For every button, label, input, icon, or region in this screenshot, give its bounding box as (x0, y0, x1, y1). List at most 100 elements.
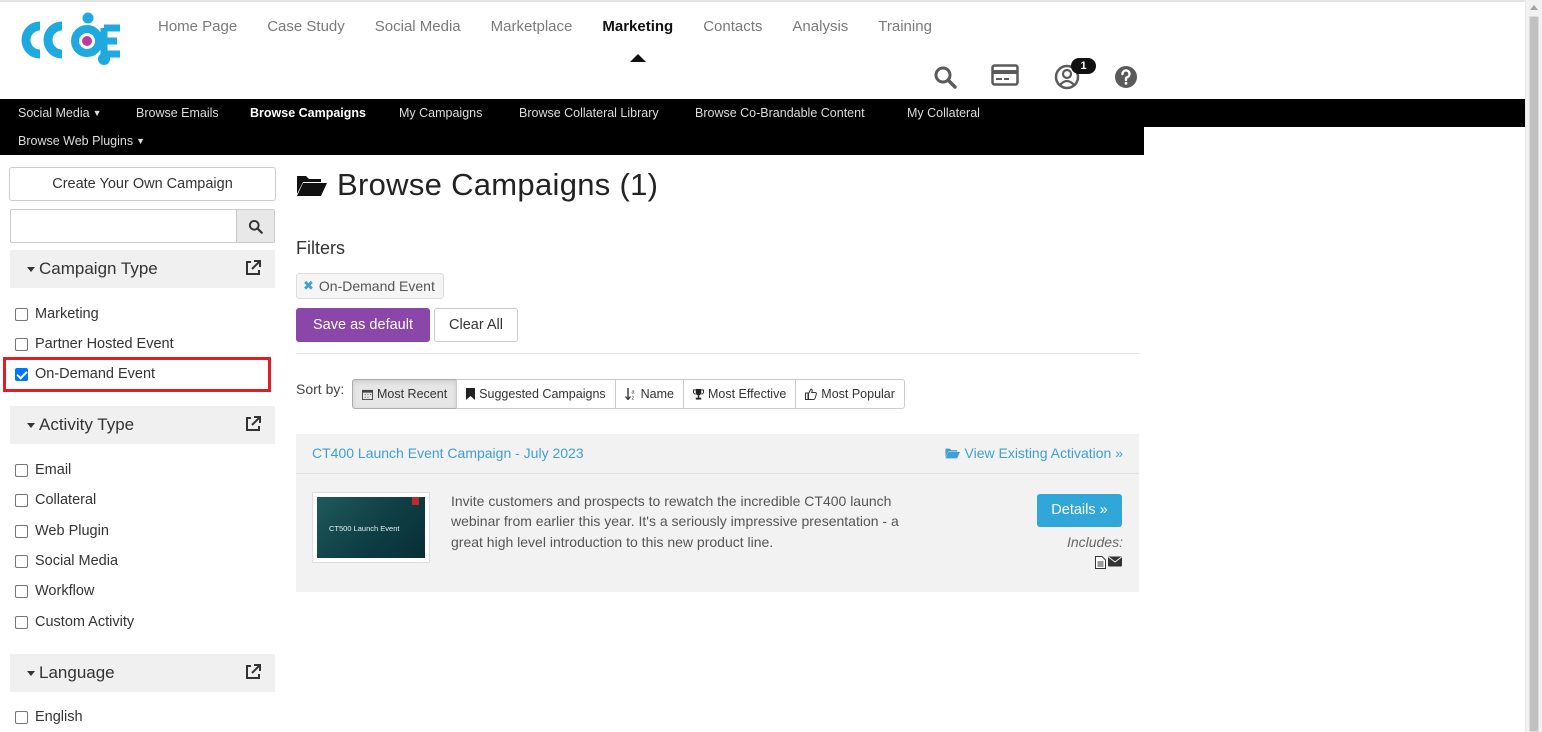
sort-most-popular[interactable]: Most Popular (795, 379, 905, 409)
campaign-card: CT400 Launch Event Campaign - July 2023 … (296, 434, 1139, 592)
svg-text:z: z (631, 396, 634, 401)
subnav-my-collateral[interactable]: My Collateral (907, 99, 980, 127)
search-button[interactable] (236, 210, 274, 242)
filter-web-plugin[interactable]: Web Plugin (15, 521, 109, 541)
top-border (0, 0, 1542, 2)
language-header[interactable]: Language (10, 654, 275, 692)
nav-training[interactable]: Training (863, 17, 947, 37)
sort-options: Most Recent Suggested Campaigns az Name … (352, 379, 905, 409)
checkbox[interactable] (15, 554, 28, 568)
includes-label: Includes: (1066, 534, 1123, 550)
filter-custom-activity[interactable]: Custom Activity (15, 612, 134, 632)
credit-card-icon[interactable] (990, 60, 1020, 90)
subnav-social-media[interactable]: Social Media ▼ (18, 99, 102, 127)
caret-down-icon (27, 671, 35, 676)
caret-down-icon (27, 267, 35, 272)
checkbox[interactable] (15, 615, 28, 629)
external-link-icon[interactable] (245, 416, 261, 432)
details-button[interactable]: Details » (1037, 494, 1122, 527)
sidebar-search (10, 209, 275, 243)
campaign-description: Invite customers and prospects to rewatc… (451, 493, 899, 550)
thumbnail-accent (412, 497, 419, 505)
sort-most-recent[interactable]: Most Recent (352, 379, 458, 409)
includes-icons (1095, 556, 1122, 569)
section-title: Language (39, 663, 115, 682)
nav-marketplace[interactable]: Marketplace (476, 17, 588, 37)
nav-analysis[interactable]: Analysis (777, 17, 863, 37)
nav-case-study[interactable]: Case Study (252, 17, 360, 37)
checkbox[interactable] (15, 463, 28, 477)
envelope-icon (1108, 556, 1122, 567)
filter-partner-hosted-event[interactable]: Partner Hosted Event (15, 334, 174, 354)
thumbs-up-icon (805, 388, 818, 400)
checkbox[interactable] (15, 337, 28, 351)
remove-filter-icon[interactable]: ✖ (303, 278, 314, 294)
nav-social-media[interactable]: Social Media (360, 17, 476, 37)
thumbnail-image: CT500 Launch Event (317, 497, 425, 558)
sort-name[interactable]: az Name (614, 379, 684, 409)
sort-suggested-campaigns[interactable]: Suggested Campaigns (456, 379, 616, 409)
page-title-text: Browse Campaigns (1) (337, 167, 659, 202)
section-title: Activity Type (39, 415, 135, 434)
scrollbar-thumb[interactable] (1529, 16, 1539, 732)
save-as-default-button[interactable]: Save as default (296, 308, 430, 342)
thumbnail-text: CT500 Launch Event (329, 524, 400, 533)
filter-email[interactable]: Email (15, 460, 71, 480)
checkbox[interactable] (15, 524, 28, 538)
create-campaign-button[interactable]: Create Your Own Campaign (9, 167, 276, 201)
chevron-down-icon: ▼ (136, 136, 146, 146)
filter-english[interactable]: English (15, 707, 83, 727)
nav-contacts[interactable]: Contacts (688, 17, 777, 37)
trophy-icon (693, 388, 704, 400)
filter-workflow[interactable]: Workflow (15, 581, 94, 601)
activity-type-header[interactable]: Activity Type (10, 406, 275, 444)
filter-marketing[interactable]: Marketing (15, 304, 99, 324)
active-filter-tag[interactable]: ✖ On-Demand Event (296, 273, 444, 299)
nav-marketing[interactable]: Marketing (587, 17, 688, 62)
sort-alpha-icon: az (624, 388, 635, 401)
chevron-down-icon: ▼ (92, 108, 102, 118)
search-icon[interactable] (930, 62, 960, 92)
caret-down-icon (27, 423, 35, 428)
sort-label: Sort by: (296, 381, 345, 397)
scroll-up-icon[interactable] (1530, 5, 1538, 10)
subnav-my-campaigns[interactable]: My Campaigns (399, 99, 482, 127)
ccoe-logo[interactable] (18, 12, 126, 68)
campaign-thumbnail[interactable]: CT500 Launch Event (312, 492, 430, 563)
folder-open-icon (944, 448, 960, 459)
checkbox[interactable] (15, 493, 28, 507)
filter-social-media[interactable]: Social Media (15, 551, 118, 571)
subnav-browse-web-plugins[interactable]: Browse Web Plugins ▼ (18, 127, 145, 155)
campaign-card-header: CT400 Launch Event Campaign - July 2023 … (296, 434, 1139, 474)
subnav-browse-campaigns[interactable]: Browse Campaigns (250, 99, 366, 127)
external-link-icon[interactable] (245, 664, 261, 680)
checkbox[interactable] (15, 710, 28, 724)
campaign-type-header[interactable]: Campaign Type (10, 250, 275, 288)
subnav-browse-emails[interactable]: Browse Emails (136, 99, 219, 127)
checkbox[interactable] (15, 307, 28, 321)
main-nav: Home Page Case Study Social Media Market… (143, 17, 947, 62)
checkbox[interactable] (15, 584, 28, 598)
sort-most-effective[interactable]: Most Effective (683, 379, 797, 409)
view-existing-activation-link[interactable]: View Existing Activation » (944, 445, 1123, 461)
sub-nav-row2: Browse Web Plugins ▼ (0, 127, 1144, 155)
nav-home-page[interactable]: Home Page (143, 17, 252, 37)
subnav-browse-co-brandable-content[interactable]: Browse Co-Brandable Content (695, 99, 865, 127)
page-title: Browse Campaigns (1) (296, 165, 658, 205)
campaign-title-link[interactable]: CT400 Launch Event Campaign - July 2023 (312, 445, 584, 461)
clear-all-button[interactable]: Clear All (434, 308, 518, 342)
bookmark-icon (466, 388, 476, 400)
document-icon (1095, 556, 1106, 569)
filters-label: Filters (296, 238, 345, 258)
filter-collateral[interactable]: Collateral (15, 490, 96, 510)
external-link-icon[interactable] (245, 260, 261, 276)
section-title: Campaign Type (39, 259, 158, 278)
search-input[interactable] (11, 210, 237, 242)
subnav-browse-collateral-library[interactable]: Browse Collateral Library (519, 99, 659, 127)
help-icon[interactable] (1111, 62, 1141, 92)
page-scrollbar[interactable] (1525, 0, 1542, 732)
calendar-icon (362, 389, 373, 400)
highlight-box (3, 357, 271, 392)
search-icon (248, 219, 263, 234)
notification-badge: 1 (1071, 58, 1096, 74)
